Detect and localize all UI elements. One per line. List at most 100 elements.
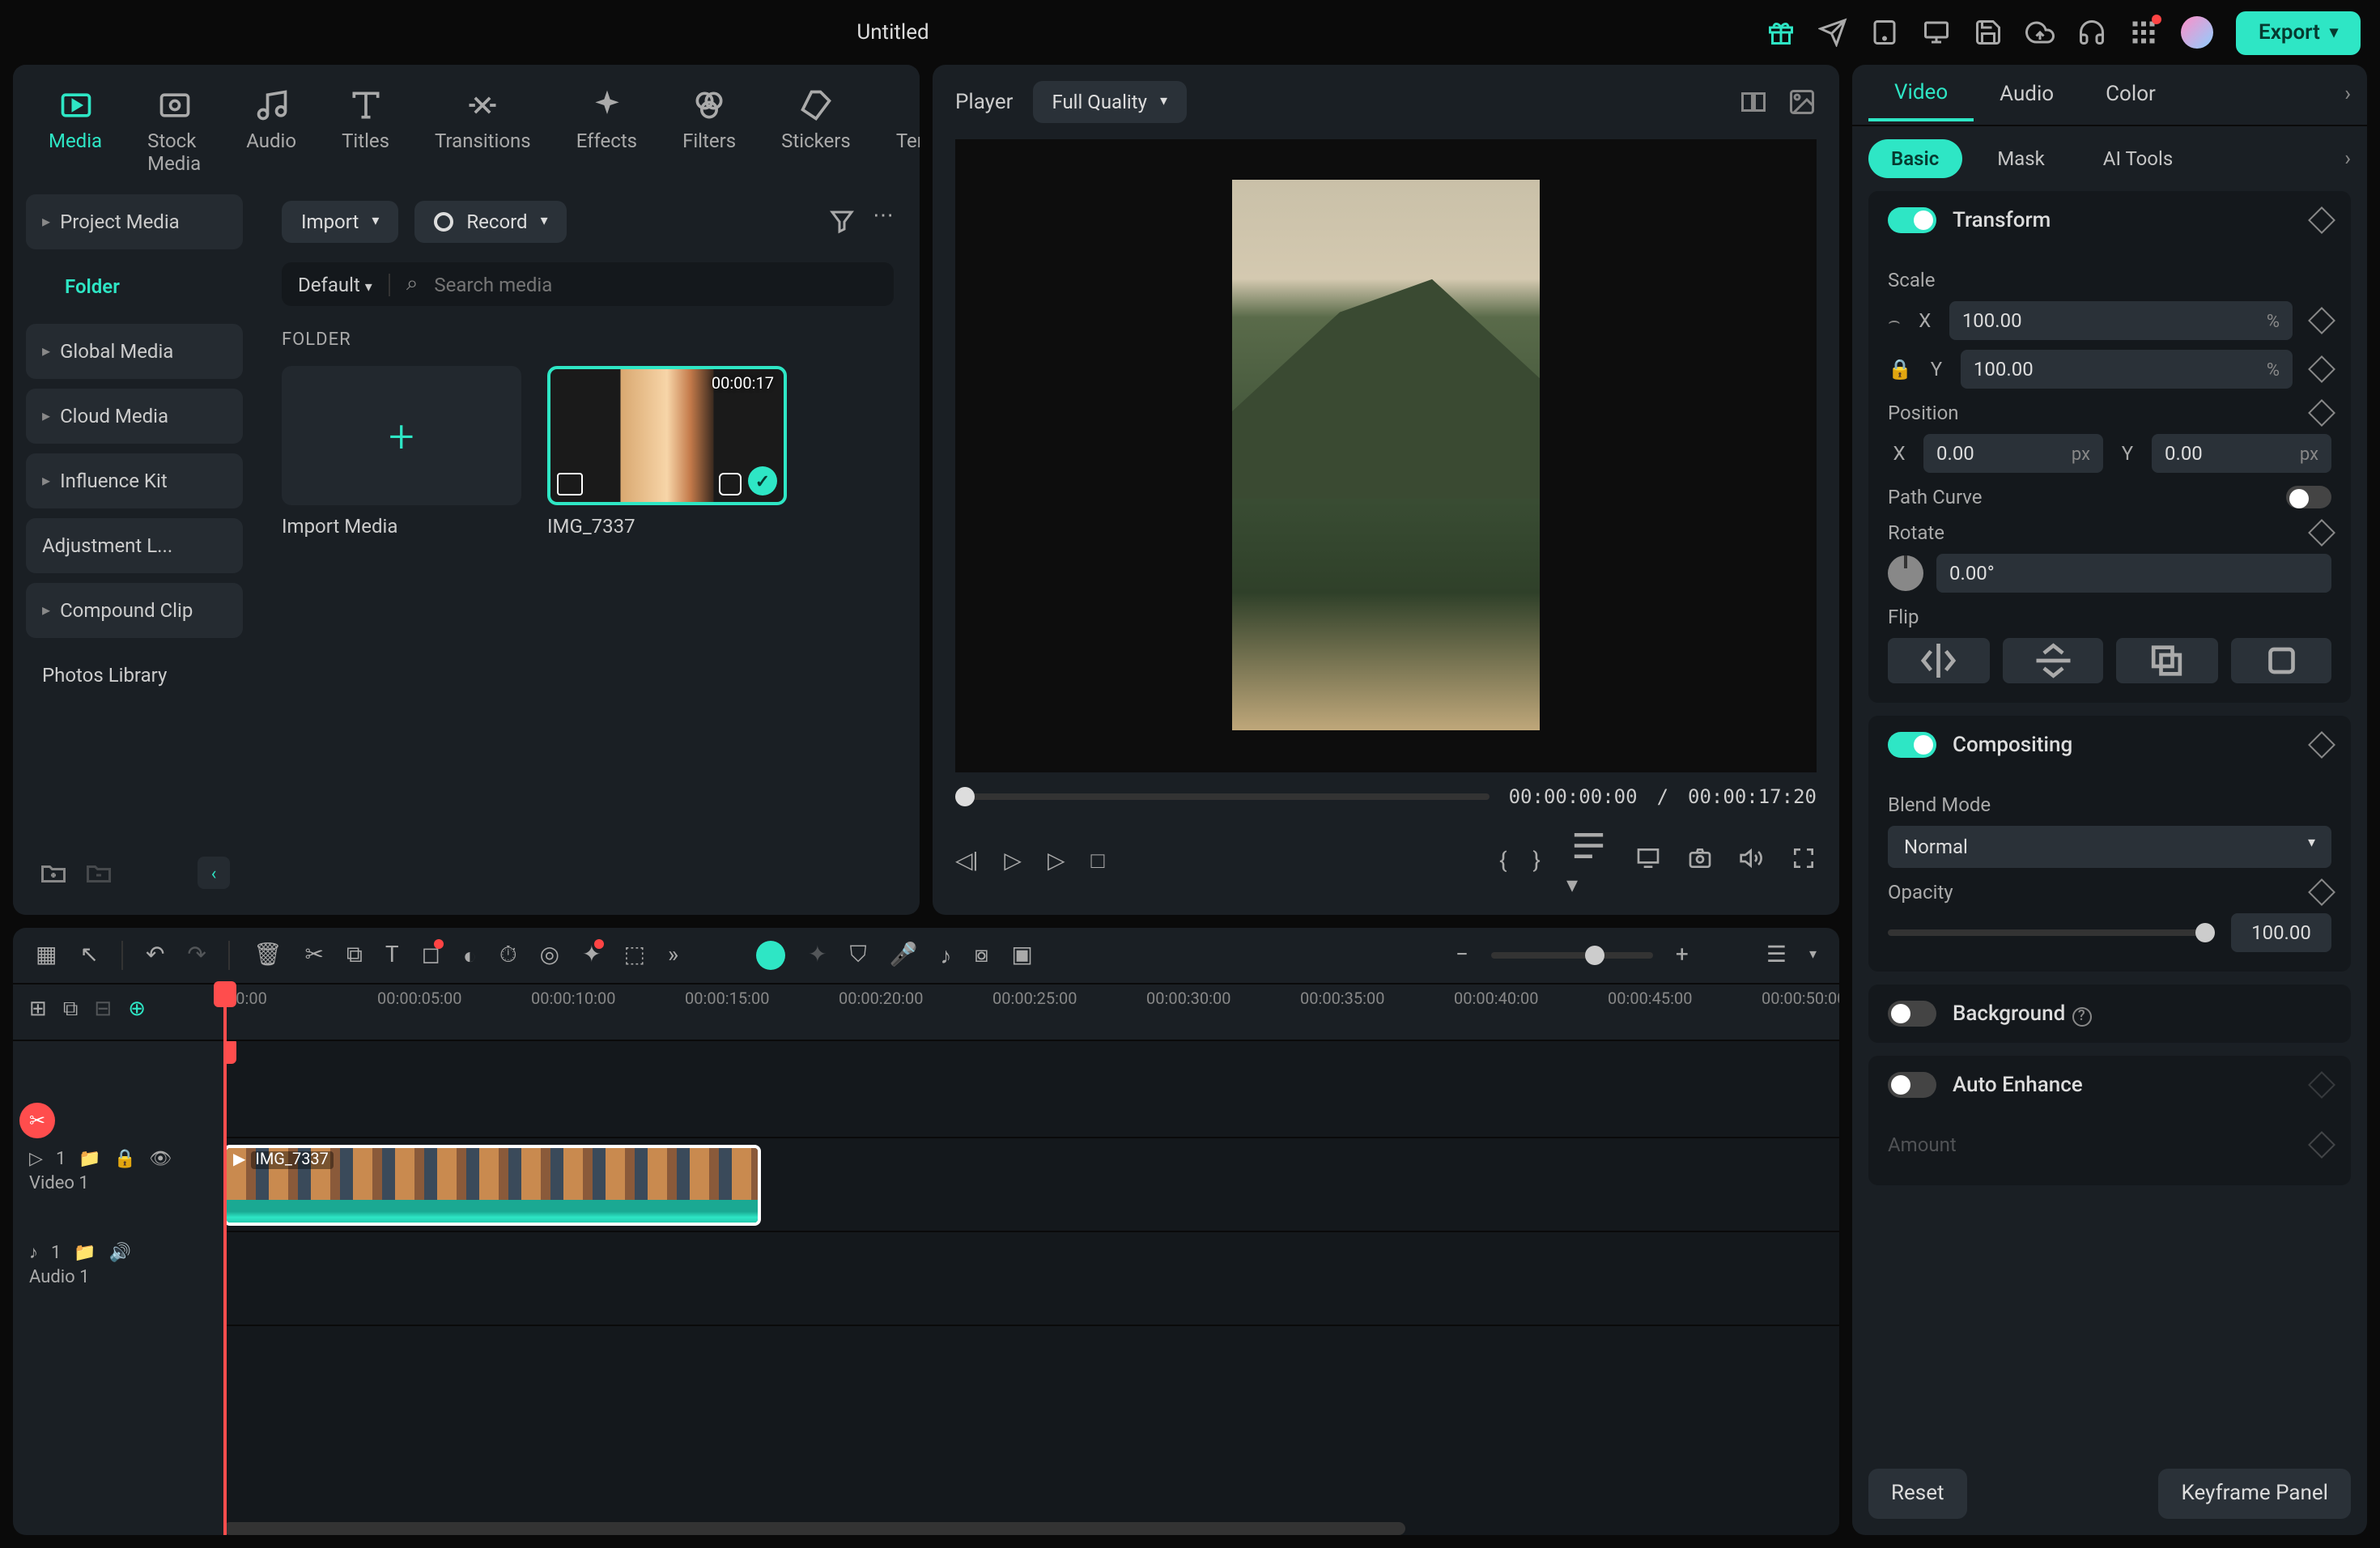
inspector-tab-video[interactable]: Video [1868, 68, 1974, 121]
transform-toggle[interactable] [1888, 207, 1936, 233]
scale-x-keyframe[interactable] [2308, 307, 2335, 334]
subtab-ai-tools[interactable]: AI Tools [2080, 139, 2195, 178]
tl-pip-icon[interactable]: ⧇ [975, 942, 989, 968]
tl-text-icon[interactable]: T [385, 942, 399, 968]
collapse-sidebar-button[interactable]: ‹ [198, 857, 230, 889]
tl-magnet-icon[interactable]: ⊕ [128, 997, 146, 1022]
tl-undo-icon[interactable]: ↶ [146, 942, 164, 968]
device-icon[interactable] [1870, 18, 1899, 47]
path-curve-toggle[interactable] [2286, 486, 2331, 508]
scale-x-input[interactable]: 100.00% [1949, 301, 2293, 340]
save-icon[interactable] [1974, 18, 2003, 47]
video-track-head[interactable]: ▷1📁🔒👁 Video 1 [13, 1138, 223, 1232]
rotate-knob[interactable] [1888, 555, 1923, 591]
tl-delete-icon[interactable]: 🗑 [253, 942, 283, 968]
pos-x-input[interactable]: 0.00px [1923, 434, 2103, 473]
scale-y-keyframe[interactable] [2308, 355, 2335, 383]
inspector-tab-color[interactable]: Color [2080, 70, 2182, 120]
tl-grid-icon[interactable]: ▦ [36, 942, 57, 968]
send-icon[interactable] [1818, 18, 1847, 47]
monitor-icon[interactable] [1922, 18, 1951, 47]
tab-filters[interactable]: Filters [673, 81, 746, 181]
flip-v-button[interactable] [2002, 638, 2103, 683]
compare-icon[interactable] [1739, 84, 1768, 120]
rotate-input[interactable]: 0.00° [1936, 554, 2331, 593]
zoom-out-icon[interactable]: − [1456, 942, 1468, 968]
track-area[interactable]: ▶IMG_7337 [223, 1041, 1839, 1535]
tl-mask-icon[interactable]: ◻ [422, 942, 440, 968]
snapshot-icon[interactable] [1687, 845, 1713, 878]
tl-cut-icon[interactable]: ✂ [304, 942, 323, 968]
grid-icon[interactable] [2129, 18, 2158, 47]
sidebar-project-media[interactable]: ▸Project Media [26, 194, 243, 249]
tab-titles[interactable]: Titles [332, 81, 399, 181]
sidebar-global-media[interactable]: ▸Global Media [26, 324, 243, 379]
background-toggle[interactable] [1888, 1001, 1936, 1027]
filter-icon[interactable] [827, 204, 856, 240]
tab-media[interactable]: Media [39, 81, 112, 181]
tl-ai-icon[interactable]: ✦ [582, 942, 601, 968]
inspector-tab-audio[interactable]: Audio [1974, 70, 2080, 120]
sidebar-photos-library[interactable]: Photos Library [26, 648, 243, 703]
tab-templates[interactable]: Templates [886, 81, 920, 181]
headphones-icon[interactable] [2077, 18, 2106, 47]
compositing-toggle[interactable] [1888, 732, 1936, 758]
tl-crop-icon[interactable]: ⧉ [346, 942, 363, 968]
tl-redo-icon[interactable]: ↷ [187, 942, 206, 968]
cloud-icon[interactable] [2025, 18, 2055, 47]
sort-dropdown[interactable]: Default ▾ [298, 273, 390, 296]
keyframe-panel-button[interactable]: Keyframe Panel [2159, 1469, 2351, 1519]
tl-snap-icon[interactable]: ⊟ [94, 997, 112, 1022]
tl-link-icon[interactable]: ⧉ [63, 997, 79, 1022]
flip-reset-button[interactable] [2230, 638, 2331, 683]
picture-icon[interactable] [1787, 84, 1817, 120]
compositing-keyframe[interactable] [2308, 731, 2335, 759]
tab-stickers[interactable]: Stickers [771, 81, 861, 181]
timeline-clip[interactable]: ▶IMG_7337 [223, 1145, 761, 1226]
rotate-keyframe[interactable] [2308, 519, 2335, 546]
tl-marker-icon[interactable]: ▣ [1011, 942, 1032, 968]
fullscreen-icon[interactable] [1791, 845, 1817, 878]
gift-icon[interactable] [1766, 18, 1796, 47]
tl-pointer-icon[interactable]: ↖ [79, 942, 98, 968]
scrub-bar[interactable] [955, 793, 1490, 799]
flip-copy-button[interactable] [2116, 638, 2217, 683]
tl-view-more[interactable]: ▾ [1809, 947, 1817, 963]
tl-color-icon[interactable]: ◐ [463, 942, 477, 969]
inspector-tabs-more[interactable]: › [2344, 83, 2351, 107]
subtab-mask[interactable]: Mask [1974, 139, 2068, 178]
opacity-value[interactable]: 100.00 [2231, 913, 2331, 952]
quality-dropdown[interactable]: Full Quality▾ [1032, 81, 1187, 123]
export-button[interactable]: Export▾ [2236, 11, 2361, 54]
tl-view-icon[interactable]: ☰ [1766, 942, 1787, 968]
tab-effects[interactable]: Effects [567, 81, 647, 181]
sidebar-adjustment-layer[interactable]: Adjustment L... [26, 518, 243, 573]
tl-mic-icon[interactable]: 🎤 [890, 942, 918, 968]
subtabs-more[interactable]: › [2344, 147, 2351, 171]
scale-y-input[interactable]: 100.00% [1961, 350, 2293, 389]
video-viewport[interactable] [955, 139, 1817, 772]
new-folder-icon[interactable] [39, 858, 68, 887]
zoom-slider[interactable] [1491, 952, 1653, 959]
tl-speed-icon[interactable]: ⏱ [499, 942, 517, 968]
sidebar-compound-clip[interactable]: ▸Compound Clip [26, 583, 243, 638]
scale-curve-icon[interactable]: ⌢ [1888, 308, 1901, 333]
search-input[interactable] [434, 273, 878, 296]
play-button[interactable]: ▷ [1048, 848, 1065, 874]
help-icon[interactable]: ? [2072, 1006, 2091, 1026]
prev-frame-button[interactable]: ◁| [955, 848, 978, 874]
tl-shield-icon[interactable]: ⛉ [850, 942, 867, 968]
tl-motion-icon[interactable]: ◎ [540, 942, 559, 968]
display-icon[interactable] [1635, 845, 1661, 878]
mark-out-icon[interactable]: } [1533, 848, 1541, 874]
sidebar-cloud-media[interactable]: ▸Cloud Media [26, 389, 243, 444]
play-reverse-button[interactable]: ▷ [1004, 848, 1022, 874]
pos-y-input[interactable]: 0.00px [2152, 434, 2331, 473]
flip-h-button[interactable] [1888, 638, 1989, 683]
sidebar-folder[interactable]: Folder [26, 259, 243, 314]
tab-stock-media[interactable]: Stock Media [138, 81, 210, 181]
subtab-basic[interactable]: Basic [1868, 139, 1961, 178]
reset-button[interactable]: Reset [1868, 1469, 1967, 1519]
tl-caption-icon[interactable]: ⬚ [624, 942, 645, 968]
record-dropdown[interactable]: Record▾ [414, 201, 567, 243]
